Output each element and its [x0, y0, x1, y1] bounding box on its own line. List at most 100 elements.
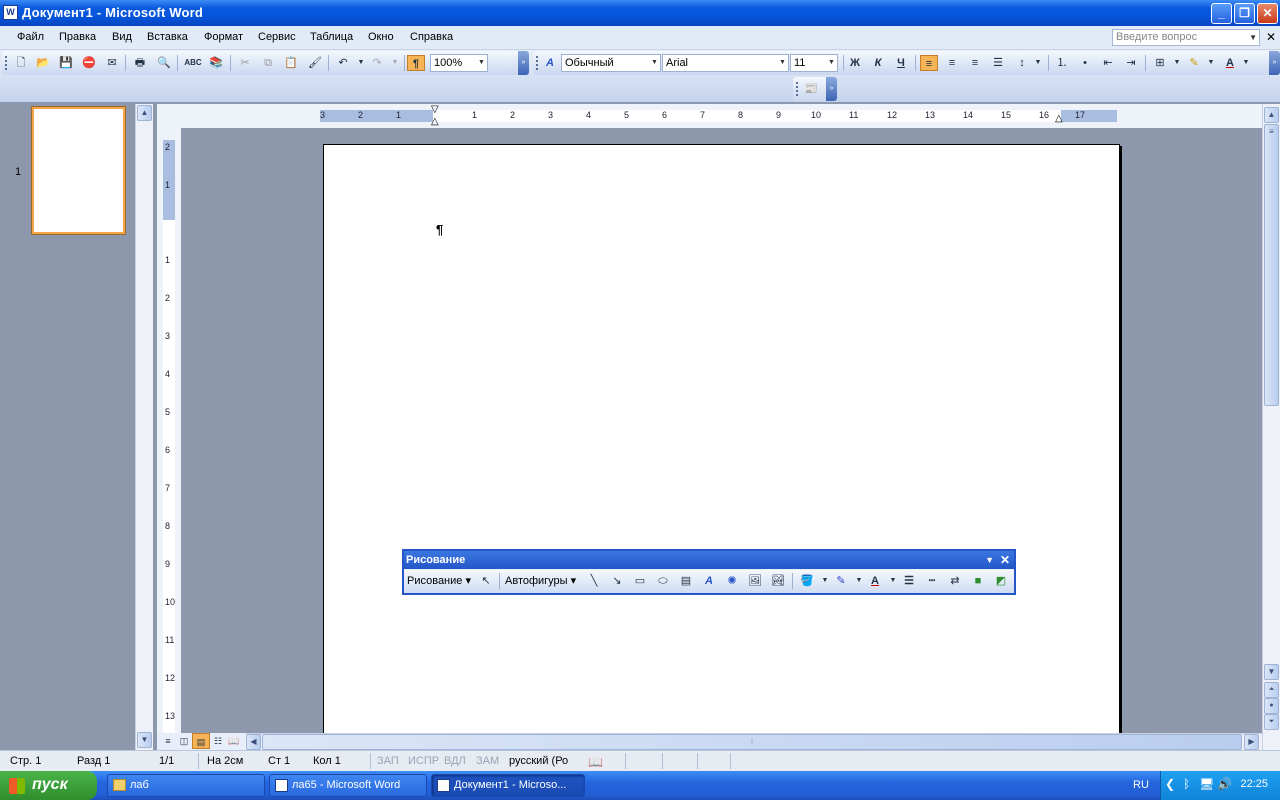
scroll-down-icon[interactable]: ▼	[137, 732, 152, 748]
borders-icon[interactable]: ⊞	[1151, 55, 1169, 71]
page-thumbnail[interactable]	[31, 106, 126, 235]
borders-dropdown-icon[interactable]: ▼	[1168, 55, 1186, 71]
undo-icon[interactable]: ↶	[334, 55, 352, 71]
toolbar-grip[interactable]	[796, 82, 799, 96]
diagram-icon[interactable]: ✺	[723, 573, 741, 589]
align-right-icon[interactable]: ≡	[966, 55, 984, 71]
menu-insert[interactable]: Вставка	[147, 31, 188, 43]
clip-art-icon[interactable]: 🖼	[746, 573, 764, 589]
print-preview-icon[interactable]: 🔍	[155, 55, 173, 71]
bluetooth-icon[interactable]: ᛒ	[1183, 777, 1190, 791]
restore-button[interactable]: ❐	[1234, 3, 1255, 24]
status-extend-selection[interactable]: ВДЛ	[444, 755, 466, 767]
line-color-icon[interactable]: ✎	[832, 573, 850, 589]
horizontal-scrollbar[interactable]: ◀ ⦙ ▶	[245, 733, 1262, 750]
italic-button[interactable]: К	[869, 55, 887, 71]
scroll-down-icon[interactable]: ▼	[1264, 664, 1279, 680]
network-icon[interactable]: 🖥	[1199, 777, 1214, 791]
autoshapes-menu-button[interactable]: Автофигуры ▾	[505, 574, 576, 587]
toolbar-options-icon[interactable]: »	[1269, 51, 1280, 75]
font-select[interactable]: Arial ▼	[662, 54, 789, 72]
redo-dropdown-icon[interactable]: ▼	[386, 55, 404, 71]
font-size-select[interactable]: 11 ▼	[790, 54, 838, 72]
toolbar-options-icon[interactable]: »	[826, 77, 837, 101]
scroll-up-icon[interactable]: ▲	[1264, 107, 1279, 123]
thumbnail-scrollbar[interactable]: ▲ ▼	[135, 104, 153, 750]
reading-view-icon[interactable]: 📖	[225, 733, 243, 749]
show-hide-marks-icon[interactable]: ¶	[407, 55, 425, 71]
decrease-indent-icon[interactable]: ⇤	[1099, 55, 1117, 71]
close-button[interactable]: ✕	[1257, 3, 1278, 24]
line-spacing-dropdown-icon[interactable]: ▼	[1029, 55, 1047, 71]
document-page[interactable]: ¶	[323, 144, 1120, 733]
line-icon[interactable]: ╲	[585, 573, 603, 589]
text-box-icon[interactable]: ▤	[677, 573, 695, 589]
dash-style-icon[interactable]: ┅	[923, 573, 941, 589]
previous-page-icon[interactable]: ⏶	[1264, 682, 1279, 698]
research-icon[interactable]: 📚	[207, 55, 225, 71]
right-indent-marker[interactable]: △	[1055, 113, 1063, 124]
open-icon[interactable]: 📂	[34, 55, 52, 71]
scroll-left-icon[interactable]: ◀	[246, 734, 261, 750]
align-left-icon[interactable]: ≡	[920, 55, 938, 71]
save-icon[interactable]: 💾	[57, 55, 75, 71]
numbering-icon[interactable]: ⒈	[1053, 55, 1071, 71]
spelling-icon[interactable]: ABC	[184, 55, 202, 71]
highlight-dropdown-icon[interactable]: ▼	[1202, 55, 1220, 71]
draw-menu-button[interactable]: Рисование ▾	[407, 574, 471, 587]
toolbar-options-icon[interactable]: »	[518, 51, 529, 75]
underline-button[interactable]: Ч	[892, 55, 910, 71]
menu-table[interactable]: Таблица	[310, 31, 353, 43]
fill-color-icon[interactable]: 🪣	[798, 573, 816, 589]
status-track-changes[interactable]: ИСПР	[408, 755, 439, 767]
font-color-dropdown-icon[interactable]: ▼	[1237, 55, 1255, 71]
chevron-down-icon[interactable]: ▼	[985, 551, 994, 569]
menu-view[interactable]: Вид	[112, 31, 132, 43]
rectangle-icon[interactable]: ▭	[631, 573, 649, 589]
read-mode-icon[interactable]: 📰	[802, 81, 820, 97]
taskbar-item-document1[interactable]: Документ1 - Microso...	[431, 774, 585, 797]
line-style-icon[interactable]: ☰	[900, 573, 918, 589]
close-icon[interactable]: ✕	[1000, 551, 1010, 569]
print-icon[interactable]: 🖶	[131, 55, 149, 71]
word-app-icon[interactable]: W	[3, 5, 18, 20]
next-page-icon[interactable]: ⏷	[1264, 714, 1279, 730]
language-indicator[interactable]: RU	[1133, 779, 1149, 791]
document-area[interactable]: ¶	[181, 128, 1262, 733]
clock[interactable]: 22:25	[1240, 778, 1268, 790]
menu-help[interactable]: Справка	[410, 31, 453, 43]
vertical-ruler[interactable]: 2 1 1 2 3 4 5 6 7 8 9 10 11 12 13	[157, 128, 181, 733]
status-overtype[interactable]: ЗАМ	[476, 755, 499, 767]
email-icon[interactable]: ✉	[103, 55, 121, 71]
taskbar-item-word-lab[interactable]: ла65 - Microsoft Word	[269, 774, 427, 797]
tray-expand-icon[interactable]: ❮	[1165, 777, 1175, 791]
align-center-icon[interactable]: ≡	[943, 55, 961, 71]
document-vertical-scrollbar[interactable]: ▲ ≡ ▼ ⏶ ● ⏷	[1262, 104, 1280, 750]
left-indent-marker[interactable]: △	[431, 116, 439, 127]
oval-icon[interactable]: ⬭	[654, 573, 672, 589]
select-objects-icon[interactable]: ↖	[477, 573, 495, 589]
cut-icon[interactable]: ✂	[236, 55, 254, 71]
arrow-style-icon[interactable]: ⇄	[946, 573, 964, 589]
horizontal-ruler[interactable]: 3 2 1 1 2 3 4 5 6 7 8 9 10 11 12 13 14 1…	[157, 104, 1262, 128]
toolbar-grip[interactable]	[5, 56, 8, 70]
select-browse-object-icon[interactable]: ●	[1264, 698, 1279, 714]
help-search-input[interactable]: Введите вопрос ▼	[1112, 29, 1260, 46]
justify-icon[interactable]: ☰	[989, 55, 1007, 71]
paste-icon[interactable]: 📋	[282, 55, 300, 71]
start-button[interactable]: пуск	[0, 771, 97, 800]
print-layout-icon[interactable]: ▤	[192, 733, 210, 749]
spelling-status-icon[interactable]: 📖	[588, 755, 603, 769]
close-document-icon[interactable]: ✕	[1266, 30, 1276, 44]
first-line-indent-marker[interactable]: ▽	[431, 104, 439, 115]
volume-icon[interactable]: 🔊	[1217, 777, 1232, 791]
styles-pane-icon[interactable]: A	[541, 55, 559, 71]
picture-icon[interactable]: 🏞	[769, 573, 787, 589]
chevron-down-icon[interactable]: ▼	[476, 55, 487, 71]
redo-icon[interactable]: ↷	[368, 55, 386, 71]
chevron-down-icon[interactable]: ▼	[649, 55, 660, 71]
taskbar-item-folder[interactable]: лаб	[107, 774, 265, 797]
status-language[interactable]: русский (Ро	[509, 755, 568, 767]
drawing-toolbar-title-bar[interactable]: Рисование ▼ ✕	[404, 551, 1014, 569]
toolbar-grip[interactable]	[536, 56, 539, 70]
